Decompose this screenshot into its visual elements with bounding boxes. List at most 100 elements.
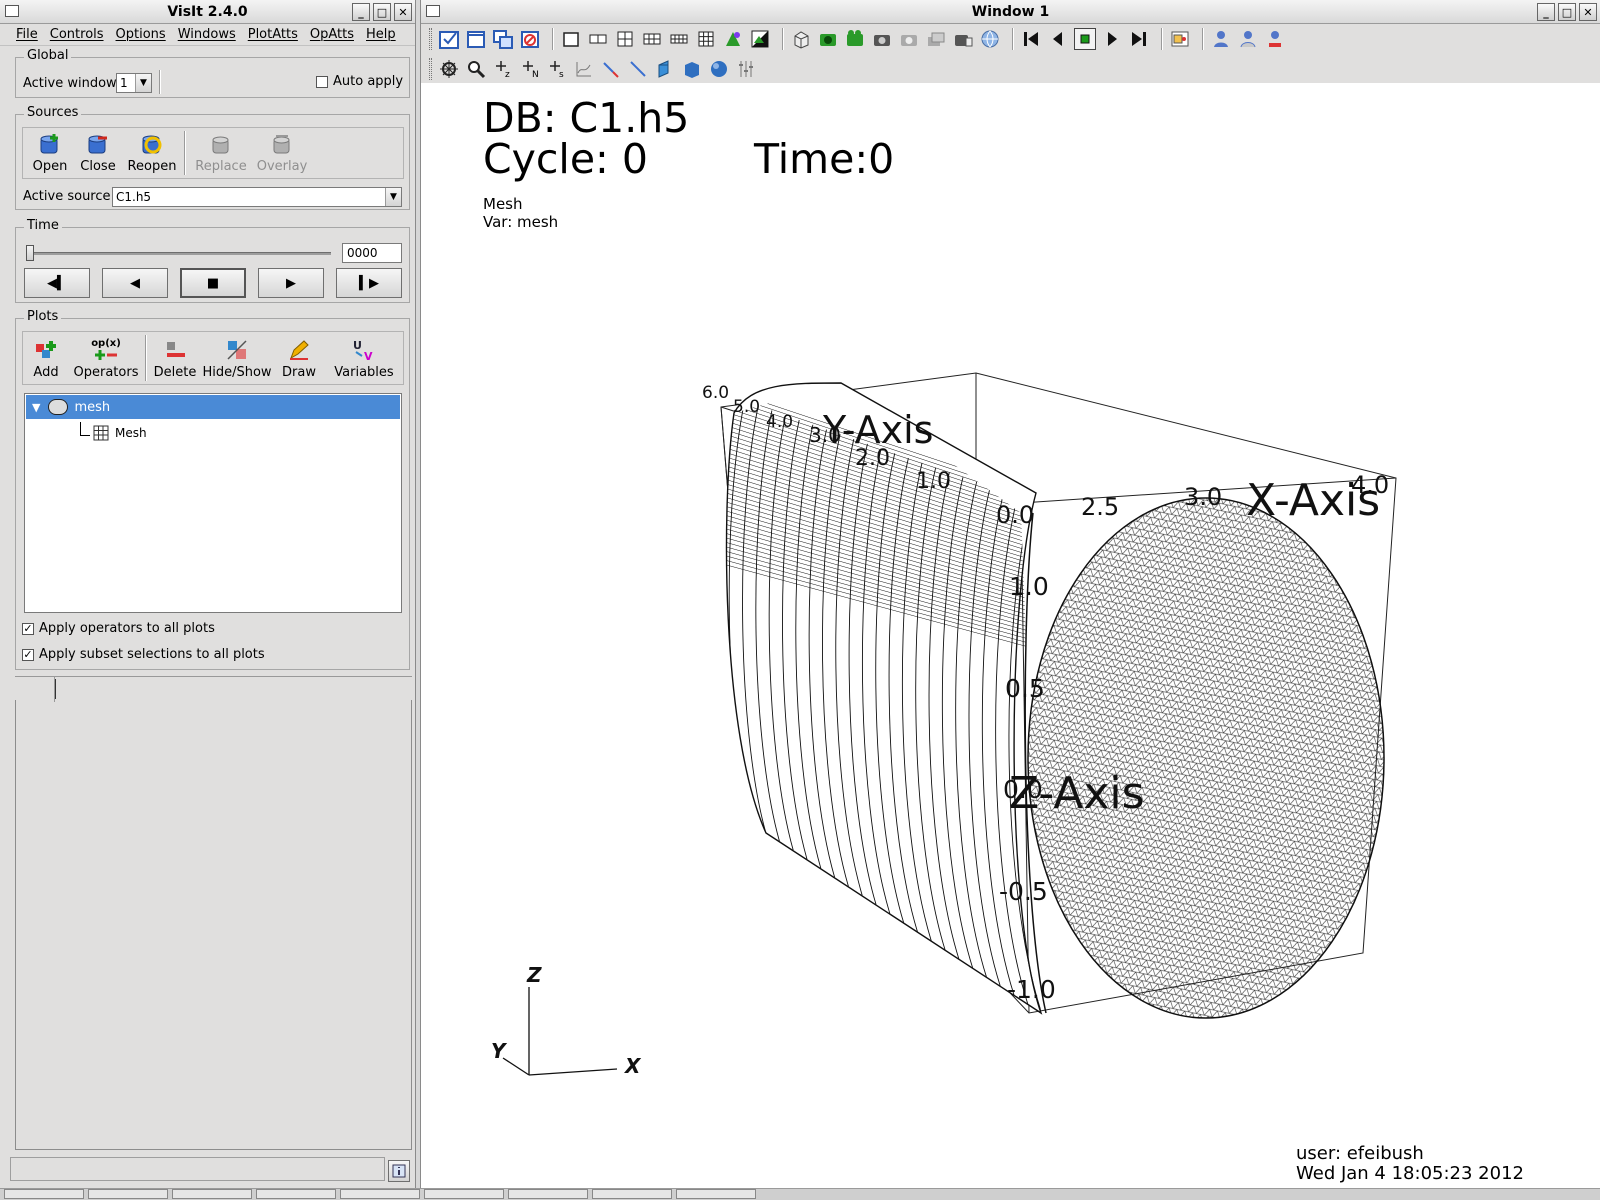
minimize-icon[interactable]: _ <box>1537 3 1555 21</box>
camera-lock-icon[interactable] <box>952 28 974 50</box>
next-frame-icon[interactable] <box>1128 28 1150 50</box>
perspective-cube-icon[interactable] <box>790 28 812 50</box>
camera-disabled-icon[interactable] <box>898 28 920 50</box>
engine-interrupt-icon[interactable] <box>1237 28 1259 50</box>
stop-button[interactable]: ■ <box>180 268 246 298</box>
engine-clear-icon[interactable] <box>1264 28 1286 50</box>
viz-titlebar[interactable]: Window 1 _ □ ✕ <box>421 0 1600 24</box>
minimize-icon[interactable]: _ <box>352 3 370 21</box>
play-icon[interactable] <box>1101 28 1123 50</box>
close-icon[interactable]: ✕ <box>1579 3 1597 21</box>
first-frame-button[interactable]: ◀▍ <box>24 268 90 298</box>
line-tool-icon[interactable] <box>627 58 649 80</box>
open-button[interactable]: Open <box>26 128 74 176</box>
lineout-icon[interactable] <box>600 58 622 80</box>
layout-2x4-icon[interactable] <box>668 28 690 50</box>
visibility-eye-icon[interactable] <box>48 399 69 415</box>
taskbar-item[interactable] <box>340 1189 420 1199</box>
previous-frame-icon[interactable] <box>1047 28 1069 50</box>
next-frame-button[interactable]: ▍▶ <box>336 268 402 298</box>
taskbar-item[interactable] <box>4 1189 84 1199</box>
render-canvas[interactable]: DB: C1.h5 Cycle: 0 Time:0 Mesh Var: mesh <box>421 83 1600 1188</box>
main-titlebar[interactable]: VisIt 2.4.0 _ □ ✕ <box>0 0 415 24</box>
sphere-tool-icon[interactable] <box>708 58 730 80</box>
variables-button[interactable]: UV Variables <box>324 334 404 382</box>
auto-apply-box[interactable] <box>316 75 328 88</box>
reopen-button[interactable]: Reopen <box>124 128 180 176</box>
activate-window-icon[interactable] <box>438 28 460 50</box>
camera-stack-icon[interactable] <box>925 28 947 50</box>
expand-triangle-icon[interactable]: ▼ <box>32 401 40 414</box>
navigate-icon[interactable] <box>438 58 460 80</box>
engine-launch-icon[interactable] <box>1210 28 1232 50</box>
auto-apply-checkbox[interactable]: Auto apply <box>316 74 403 89</box>
apply-subset-box[interactable]: ✓ <box>22 648 34 661</box>
apply-subset-checkbox[interactable]: ✓ Apply subset selections to all plots <box>22 647 265 662</box>
curve-pick-icon[interactable] <box>573 58 595 80</box>
close-button[interactable]: Close <box>74 128 122 176</box>
delete-window-icon[interactable] <box>519 28 541 50</box>
close-icon[interactable]: ✕ <box>394 3 412 21</box>
taskbar-item[interactable] <box>676 1189 756 1199</box>
maximize-icon[interactable]: □ <box>373 3 391 21</box>
spin-mode-icon[interactable] <box>722 28 744 50</box>
taskbar-item[interactable] <box>508 1189 588 1199</box>
menu-help[interactable]: Help <box>360 27 402 42</box>
plot-list[interactable]: ▼ mesh Mesh <box>24 393 402 613</box>
window-menu-icon[interactable] <box>426 5 440 17</box>
layout-2x2-icon[interactable] <box>614 28 636 50</box>
clone-window-icon[interactable] <box>492 28 514 50</box>
replace-button[interactable]: Replace <box>190 128 252 176</box>
maximize-icon[interactable]: □ <box>1558 3 1576 21</box>
notepad-tab[interactable] <box>15 677 55 702</box>
menu-opatts[interactable]: OpAtts <box>304 27 360 42</box>
play-button[interactable]: ▶ <box>258 268 324 298</box>
zone-pick-icon[interactable]: z <box>492 58 514 80</box>
lock-view-icon[interactable] <box>1169 28 1191 50</box>
stop-icon[interactable] <box>1074 28 1096 50</box>
zoom-icon[interactable] <box>465 58 487 80</box>
plot-row-mesh[interactable]: ▼ mesh <box>26 395 400 419</box>
menu-plotatts[interactable]: PlotAtts <box>242 27 304 42</box>
plane-tool-icon[interactable] <box>654 58 676 80</box>
active-window-select[interactable]: 1 ▼ <box>116 73 152 93</box>
taskbar-item[interactable] <box>172 1189 252 1199</box>
spreadsheet-pick-icon[interactable]: s <box>546 58 568 80</box>
taskbar-item[interactable] <box>424 1189 504 1199</box>
camera-icon[interactable] <box>871 28 893 50</box>
output-info-button[interactable] <box>388 1160 410 1182</box>
layout-3x3-icon[interactable] <box>695 28 717 50</box>
operators-button[interactable]: op(x) Operators <box>70 334 142 382</box>
menu-options[interactable]: Options <box>110 27 172 42</box>
new-window-icon[interactable] <box>465 28 487 50</box>
window-menu-icon[interactable] <box>5 5 19 17</box>
node-pick-icon[interactable]: N <box>519 58 541 80</box>
taskbar-item[interactable] <box>592 1189 672 1199</box>
plot-child-mesh[interactable]: Mesh <box>93 425 147 441</box>
menu-windows[interactable]: Windows <box>172 27 242 42</box>
active-source-select[interactable]: C1.h5 ▼ <box>112 187 402 207</box>
frame-field[interactable]: 0000 <box>342 243 402 263</box>
menu-file[interactable]: File <box>10 27 44 42</box>
axis-restrict-icon[interactable] <box>735 58 757 80</box>
box-tool-icon[interactable] <box>681 58 703 80</box>
delete-plot-button[interactable]: Delete <box>150 334 200 382</box>
invert-background-icon[interactable] <box>749 28 771 50</box>
hide-show-button[interactable]: Hide/Show <box>202 334 272 382</box>
taskbar-item[interactable] <box>88 1189 168 1199</box>
taskbar-item[interactable] <box>256 1189 336 1199</box>
time-slider-thumb[interactable] <box>26 245 34 261</box>
time-slider[interactable] <box>26 252 331 255</box>
save-movie-icon[interactable] <box>844 28 866 50</box>
layout-1x2-icon[interactable] <box>587 28 609 50</box>
menu-controls[interactable]: Controls <box>44 27 110 42</box>
globe-icon[interactable] <box>979 28 1001 50</box>
layout-2x3-icon[interactable] <box>641 28 663 50</box>
apply-operators-box[interactable]: ✓ <box>22 622 34 635</box>
first-frame-icon[interactable] <box>1020 28 1042 50</box>
save-image-icon[interactable] <box>817 28 839 50</box>
reverse-button[interactable]: ◀ <box>102 268 168 298</box>
add-plot-button[interactable]: Add <box>24 334 68 382</box>
draw-button[interactable]: Draw <box>274 334 324 382</box>
layout-1x1-icon[interactable] <box>560 28 582 50</box>
